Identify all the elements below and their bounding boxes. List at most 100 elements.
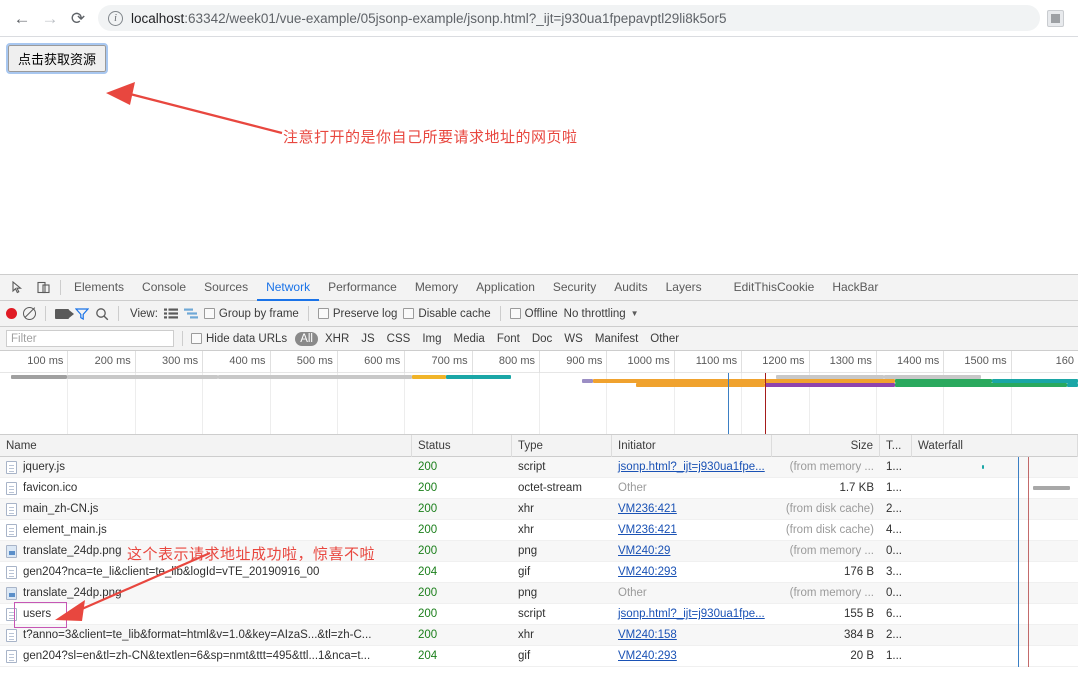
cell-name[interactable]: gen204?nca=te_li&client=te_lib&logId=vTE… <box>0 565 412 579</box>
table-row[interactable]: jquery.js 200 script jsonp.html?_ijt=j930ua… <box>0 456 1078 478</box>
tab-editthiscookie[interactable]: EditThisCookie <box>725 275 824 301</box>
table-row[interactable]: users 200 script jsonp.html?_ijt=j930ua1fpe… <box>0 602 1078 628</box>
extension-icon[interactable] <box>1046 9 1064 27</box>
tab-performance[interactable]: Performance <box>319 275 406 301</box>
disable-cache-checkbox[interactable]: Disable cache <box>403 308 491 320</box>
initiator-link[interactable]: VM236:421 <box>618 503 677 515</box>
cell-name[interactable]: element_main.js <box>0 523 412 537</box>
table-row[interactable]: t?anno=3&client=te_lib&format=html&v=1.0… <box>0 624 1078 646</box>
record-icon[interactable] <box>6 308 17 319</box>
column-header-size[interactable]: Size <box>772 434 880 457</box>
forward-arrow-icon[interactable]: → <box>36 4 64 32</box>
network-timeline-overview[interactable]: 100 ms 200 ms 300 ms 400 ms 500 ms 600 ms 700 … <box>0 351 1078 435</box>
waterfall-view-icon[interactable] <box>183 308 198 319</box>
type-filter-js[interactable]: JS <box>356 332 379 346</box>
table-row[interactable]: element_main.js 200 xhr VM236:421 (from disk… <box>0 519 1078 541</box>
cell-name[interactable]: translate_24dp.png <box>0 586 412 600</box>
tab-sources[interactable]: Sources <box>195 275 257 301</box>
reload-icon[interactable]: ⟳ <box>64 4 92 32</box>
initiator-link[interactable]: VM240:293 <box>618 566 677 578</box>
back-arrow-icon[interactable]: ← <box>8 4 36 32</box>
request-name: translate_24dp.png <box>23 545 122 557</box>
offline-checkbox[interactable]: Offline <box>509 307 558 320</box>
filter-input[interactable] <box>6 330 174 347</box>
tab-audits[interactable]: Audits <box>605 275 656 301</box>
cell-name[interactable]: jquery.js <box>0 460 412 474</box>
camera-icon[interactable] <box>55 308 74 319</box>
tab-hackbar[interactable]: HackBar <box>823 275 887 301</box>
column-header-status[interactable]: Status <box>412 434 512 457</box>
tab-memory[interactable]: Memory <box>406 275 467 301</box>
toolbar-divider <box>45 306 46 321</box>
dom-content-loaded-line <box>1018 645 1020 667</box>
cell-initiator[interactable]: VM236:421 <box>612 524 772 536</box>
initiator-link[interactable]: jsonp.html?_ijt=j930ua1fpe... <box>618 461 765 473</box>
address-bar[interactable]: i localhost:63342/week01/vue-example/05j… <box>98 5 1040 31</box>
tab-console[interactable]: Console <box>133 275 195 301</box>
column-header-name[interactable]: Name <box>0 434 412 457</box>
type-filter-all[interactable]: All <box>295 331 318 346</box>
cell-name[interactable]: users <box>0 607 412 621</box>
cell-initiator[interactable]: VM240:293 <box>612 566 772 578</box>
type-filter-ws[interactable]: WS <box>559 332 588 346</box>
type-filter-font[interactable]: Font <box>492 332 525 346</box>
clear-icon[interactable] <box>23 307 36 320</box>
hide-data-urls-checkbox[interactable]: Hide data URLs <box>191 333 287 345</box>
type-filter-img[interactable]: Img <box>417 332 446 346</box>
tab-network[interactable]: Network <box>257 275 320 301</box>
cell-initiator[interactable]: VM240:158 <box>612 629 772 641</box>
cell-initiator[interactable]: VM236:421 <box>612 503 772 515</box>
initiator-link[interactable]: jsonp.html?_ijt=j930ua1fpe... <box>618 608 765 620</box>
search-icon[interactable] <box>95 307 109 321</box>
type-filter-other[interactable]: Other <box>645 332 684 346</box>
initiator-link[interactable]: VM240:293 <box>618 650 677 662</box>
table-row[interactable]: favicon.ico 200 octet-stream Other 1.7 KB 1..… <box>0 477 1078 499</box>
cell-name[interactable]: t?anno=3&client=te_lib&format=html&v=1.0… <box>0 628 412 642</box>
tab-elements[interactable]: Elements <box>65 275 133 301</box>
offline-label: Offline <box>524 307 558 320</box>
throttling-select[interactable]: No throttling ▼ <box>564 308 639 320</box>
column-header-time[interactable]: T... <box>880 434 912 457</box>
tab-security[interactable]: Security <box>544 275 605 301</box>
table-row[interactable]: translate_24dp.png 200 png Other (from memor… <box>0 582 1078 604</box>
inspect-element-icon[interactable] <box>8 279 26 297</box>
tab-label: Console <box>142 280 187 294</box>
type-filter-xhr[interactable]: XHR <box>320 332 354 346</box>
filter-funnel-icon[interactable] <box>75 307 89 320</box>
device-toolbar-icon[interactable] <box>34 279 52 297</box>
cell-name[interactable]: favicon.ico <box>0 481 412 495</box>
initiator-link[interactable]: VM240:158 <box>618 629 677 641</box>
cell-initiator[interactable]: VM240:29 <box>612 545 772 557</box>
list-view-icon[interactable] <box>163 308 178 319</box>
request-name: users <box>23 608 52 620</box>
cell-name[interactable]: gen204?sl=en&tl=zh-CN&textlen=6&sp=nmt&t… <box>0 649 412 663</box>
type-filter-doc[interactable]: Doc <box>527 332 557 346</box>
tab-layers[interactable]: Layers <box>657 275 711 301</box>
cell-waterfall <box>912 603 1078 625</box>
type-filter-css[interactable]: CSS <box>382 332 416 346</box>
overview-request-bar <box>446 375 511 379</box>
fetch-resource-button[interactable]: 点击获取资源 <box>5 43 109 74</box>
table-row[interactable]: main_zh-CN.js 200 xhr VM236:421 (from disk c… <box>0 498 1078 520</box>
cell-type: png <box>518 587 538 599</box>
preserve-log-checkbox[interactable]: Preserve log <box>317 308 397 320</box>
column-header-type[interactable]: Type <box>512 434 612 457</box>
table-row[interactable]: gen204?sl=en&tl=zh-CN&textlen=6&sp=nmt&t… <box>0 645 1078 667</box>
table-row[interactable]: gen204?nca=te_li&client=te_lib&logId=vTE… <box>0 561 1078 583</box>
initiator-link[interactable]: VM240:29 <box>618 545 670 557</box>
generic-file-icon <box>6 481 17 495</box>
initiator-link[interactable]: VM236:421 <box>618 524 677 536</box>
cell-initiator[interactable]: jsonp.html?_ijt=j930ua1fpe... <box>612 461 772 473</box>
request-name: main_zh-CN.js <box>23 503 99 515</box>
group-by-frame-checkbox[interactable]: Group by frame <box>203 308 299 320</box>
cell-name[interactable]: main_zh-CN.js <box>0 502 412 516</box>
cell-initiator[interactable]: jsonp.html?_ijt=j930ua1fpe... <box>612 608 772 620</box>
type-filter-media[interactable]: Media <box>449 332 490 346</box>
column-header-waterfall[interactable]: Waterfall <box>912 434 1078 457</box>
column-header-initiator[interactable]: Initiator <box>612 434 772 457</box>
page-info-icon[interactable]: i <box>108 10 123 26</box>
cell-status: 200 <box>418 608 438 620</box>
cell-initiator[interactable]: VM240:293 <box>612 650 772 662</box>
type-filter-manifest[interactable]: Manifest <box>590 332 643 346</box>
tab-application[interactable]: Application <box>467 275 544 301</box>
